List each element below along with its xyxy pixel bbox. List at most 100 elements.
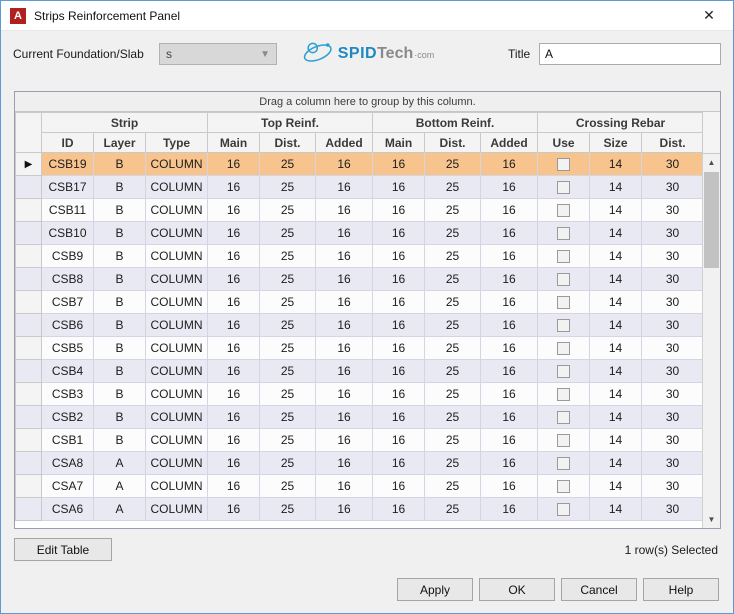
cell-id[interactable]: CSB17 bbox=[42, 176, 94, 199]
cell-bot-added[interactable]: 16 bbox=[481, 199, 538, 222]
cell-dist[interactable]: 30 bbox=[642, 383, 704, 406]
cell-dist[interactable]: 30 bbox=[642, 429, 704, 452]
cell-type[interactable]: COLUMN bbox=[146, 153, 208, 176]
cell-dist[interactable]: 30 bbox=[642, 245, 704, 268]
scroll-up-icon[interactable]: ▲ bbox=[703, 154, 720, 171]
row-indicator[interactable] bbox=[16, 475, 42, 498]
cell-bot-dist[interactable]: 25 bbox=[425, 199, 481, 222]
cell-bot-dist[interactable]: 25 bbox=[425, 245, 481, 268]
cell-top-added[interactable]: 16 bbox=[316, 199, 373, 222]
cell-layer[interactable]: B bbox=[94, 199, 146, 222]
cell-size[interactable]: 14 bbox=[590, 498, 642, 521]
table-row[interactable]: CSB6 B COLUMN 16 25 16 16 25 16 14 30 bbox=[16, 314, 704, 337]
cell-bot-dist[interactable]: 25 bbox=[425, 337, 481, 360]
cell-dist[interactable]: 30 bbox=[642, 176, 704, 199]
cell-size[interactable]: 14 bbox=[590, 291, 642, 314]
cell-top-dist[interactable]: 25 bbox=[260, 245, 316, 268]
table-row[interactable]: CSB10 B COLUMN 16 25 16 16 25 16 14 30 bbox=[16, 222, 704, 245]
cell-id[interactable]: CSB5 bbox=[42, 337, 94, 360]
cell-bot-dist[interactable]: 25 bbox=[425, 406, 481, 429]
cell-size[interactable]: 14 bbox=[590, 314, 642, 337]
cell-top-dist[interactable]: 25 bbox=[260, 314, 316, 337]
cell-bot-main[interactable]: 16 bbox=[373, 153, 425, 176]
cell-size[interactable]: 14 bbox=[590, 452, 642, 475]
cell-bot-dist[interactable]: 25 bbox=[425, 222, 481, 245]
cell-top-main[interactable]: 16 bbox=[208, 199, 260, 222]
cell-layer[interactable]: B bbox=[94, 153, 146, 176]
group-header-strip[interactable]: Strip bbox=[42, 113, 208, 133]
ok-button[interactable]: OK bbox=[479, 578, 555, 601]
group-header-bottom-reinf[interactable]: Bottom Reinf. bbox=[373, 113, 538, 133]
cell-bot-dist[interactable]: 25 bbox=[425, 383, 481, 406]
cell-top-dist[interactable]: 25 bbox=[260, 337, 316, 360]
cell-top-dist[interactable]: 25 bbox=[260, 153, 316, 176]
row-indicator[interactable] bbox=[16, 268, 42, 291]
use-checkbox[interactable] bbox=[557, 411, 570, 424]
col-header-type[interactable]: Type bbox=[146, 133, 208, 153]
table-row[interactable]: CSB5 B COLUMN 16 25 16 16 25 16 14 30 bbox=[16, 337, 704, 360]
cell-id[interactable]: CSB3 bbox=[42, 383, 94, 406]
cell-dist[interactable]: 30 bbox=[642, 452, 704, 475]
cell-id[interactable]: CSB10 bbox=[42, 222, 94, 245]
col-header-bot-main[interactable]: Main bbox=[373, 133, 425, 153]
cell-top-dist[interactable]: 25 bbox=[260, 360, 316, 383]
cell-layer[interactable]: B bbox=[94, 222, 146, 245]
cell-type[interactable]: COLUMN bbox=[146, 429, 208, 452]
cell-top-dist[interactable]: 25 bbox=[260, 176, 316, 199]
cell-top-added[interactable]: 16 bbox=[316, 337, 373, 360]
cell-type[interactable]: COLUMN bbox=[146, 337, 208, 360]
cell-type[interactable]: COLUMN bbox=[146, 360, 208, 383]
cell-bot-main[interactable]: 16 bbox=[373, 429, 425, 452]
cell-layer[interactable]: B bbox=[94, 337, 146, 360]
cell-type[interactable]: COLUMN bbox=[146, 498, 208, 521]
cell-layer[interactable]: A bbox=[94, 452, 146, 475]
cell-bot-added[interactable]: 16 bbox=[481, 268, 538, 291]
col-header-layer[interactable]: Layer bbox=[94, 133, 146, 153]
foundation-select[interactable]: s ▼ bbox=[159, 43, 277, 65]
cell-top-added[interactable]: 16 bbox=[316, 406, 373, 429]
title-input[interactable] bbox=[539, 43, 721, 65]
cell-top-main[interactable]: 16 bbox=[208, 360, 260, 383]
table-row[interactable]: CSB2 B COLUMN 16 25 16 16 25 16 14 30 bbox=[16, 406, 704, 429]
cell-top-dist[interactable]: 25 bbox=[260, 429, 316, 452]
scroll-down-icon[interactable]: ▼ bbox=[703, 511, 720, 528]
table-row[interactable]: CSA8 A COLUMN 16 25 16 16 25 16 14 30 bbox=[16, 452, 704, 475]
cell-dist[interactable]: 30 bbox=[642, 475, 704, 498]
cell-dist[interactable]: 30 bbox=[642, 314, 704, 337]
cell-top-added[interactable]: 16 bbox=[316, 475, 373, 498]
cell-bot-added[interactable]: 16 bbox=[481, 429, 538, 452]
cell-top-dist[interactable]: 25 bbox=[260, 268, 316, 291]
cell-bot-dist[interactable]: 25 bbox=[425, 268, 481, 291]
cell-type[interactable]: COLUMN bbox=[146, 452, 208, 475]
cell-bot-main[interactable]: 16 bbox=[373, 245, 425, 268]
cell-layer[interactable]: B bbox=[94, 406, 146, 429]
col-header-dist[interactable]: Dist. bbox=[642, 133, 704, 153]
close-icon[interactable]: ✕ bbox=[694, 2, 724, 30]
col-header-top-dist[interactable]: Dist. bbox=[260, 133, 316, 153]
cell-bot-added[interactable]: 16 bbox=[481, 498, 538, 521]
cell-size[interactable]: 14 bbox=[590, 176, 642, 199]
cell-bot-main[interactable]: 16 bbox=[373, 314, 425, 337]
cell-bot-main[interactable]: 16 bbox=[373, 360, 425, 383]
cell-size[interactable]: 14 bbox=[590, 199, 642, 222]
cell-top-dist[interactable]: 25 bbox=[260, 498, 316, 521]
row-indicator[interactable] bbox=[16, 176, 42, 199]
cell-bot-main[interactable]: 16 bbox=[373, 199, 425, 222]
cell-size[interactable]: 14 bbox=[590, 245, 642, 268]
cell-top-main[interactable]: 16 bbox=[208, 406, 260, 429]
table-row[interactable]: ▶ CSB19 B COLUMN 16 25 16 16 25 16 14 30 bbox=[16, 153, 704, 176]
cell-bot-main[interactable]: 16 bbox=[373, 383, 425, 406]
use-checkbox[interactable] bbox=[557, 319, 570, 332]
cell-top-added[interactable]: 16 bbox=[316, 314, 373, 337]
row-indicator[interactable] bbox=[16, 429, 42, 452]
cell-dist[interactable]: 30 bbox=[642, 360, 704, 383]
cell-top-added[interactable]: 16 bbox=[316, 222, 373, 245]
table-row[interactable]: CSB4 B COLUMN 16 25 16 16 25 16 14 30 bbox=[16, 360, 704, 383]
cell-bot-dist[interactable]: 25 bbox=[425, 452, 481, 475]
cell-dist[interactable]: 30 bbox=[642, 498, 704, 521]
cell-size[interactable]: 14 bbox=[590, 429, 642, 452]
cell-top-main[interactable]: 16 bbox=[208, 337, 260, 360]
cell-id[interactable]: CSA7 bbox=[42, 475, 94, 498]
cell-dist[interactable]: 30 bbox=[642, 337, 704, 360]
use-checkbox[interactable] bbox=[557, 273, 570, 286]
